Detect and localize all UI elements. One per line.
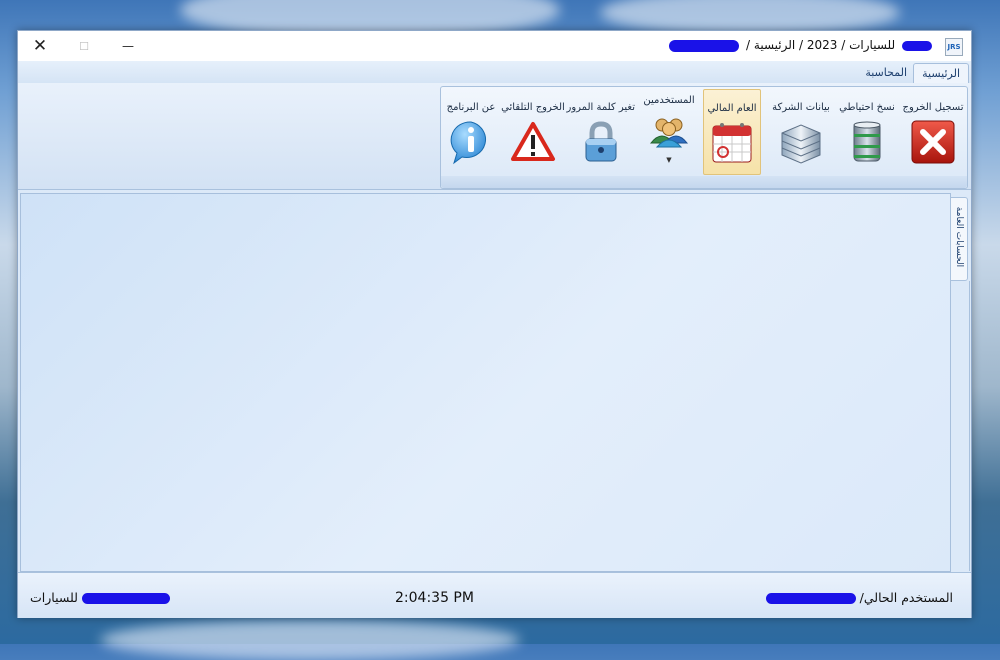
ribbon-panel: تسجيل الخروج نسخ احتياطي بيانات الشركة ا… bbox=[18, 83, 971, 190]
logout-x-icon bbox=[910, 119, 956, 165]
side-tab-label: الحسابات العامة bbox=[954, 206, 964, 268]
database-backup-icon bbox=[844, 119, 890, 165]
window-title-text: للسيارات / 2023 / الرئيسية / bbox=[746, 38, 896, 52]
redacted-text bbox=[669, 39, 740, 52]
tab-home[interactable]: الرئيسية bbox=[913, 63, 969, 84]
about-button[interactable]: عن البرنامج bbox=[443, 89, 499, 173]
close-button[interactable]: ✕ bbox=[18, 31, 62, 61]
logout-label: تسجيل الخروج bbox=[902, 102, 964, 113]
maximize-button[interactable]: ☐ bbox=[62, 31, 106, 61]
side-panel-edge bbox=[969, 281, 970, 571]
status-bar: المستخدم الحالي/ 2:04:35 PM للسيارات bbox=[18, 572, 971, 618]
app-window: ✕ ☐ — للسيارات / 2023 / الرئيسية / JRS ا… bbox=[17, 30, 972, 618]
auto-logout-label: الخروج التلقائي bbox=[501, 102, 565, 113]
about-label: عن البرنامج bbox=[446, 102, 496, 113]
main-content-area bbox=[20, 193, 951, 572]
current-user-status: المستخدم الحالي/ bbox=[765, 590, 953, 605]
minimize-button[interactable]: — bbox=[106, 31, 150, 61]
fiscal-year-button[interactable]: العام المالي bbox=[703, 89, 761, 175]
company-name-status: للسيارات bbox=[30, 590, 170, 605]
auto-logout-button[interactable]: الخروج التلقائي bbox=[501, 89, 565, 173]
users-icon bbox=[646, 109, 692, 155]
change-password-button[interactable]: تغير كلمة المرور bbox=[567, 89, 635, 173]
warning-triangle-icon bbox=[510, 119, 556, 165]
logout-button[interactable]: تسجيل الخروج bbox=[901, 89, 965, 173]
backup-button[interactable]: نسخ احتياطي bbox=[835, 89, 899, 173]
ribbon-tab-strip: الرئيسية المحاسبة bbox=[18, 61, 971, 84]
users-label: المستخدمين bbox=[643, 95, 695, 106]
side-tab-general-accounts[interactable]: الحسابات العامة bbox=[950, 197, 968, 281]
window-title: للسيارات / 2023 / الرئيسية / bbox=[666, 38, 935, 52]
redacted-text bbox=[902, 40, 932, 51]
tab-accounting[interactable]: المحاسبة bbox=[857, 63, 915, 83]
company-data-icon bbox=[778, 119, 824, 165]
info-icon bbox=[448, 119, 494, 165]
calendar-icon bbox=[709, 120, 755, 166]
users-button[interactable]: المستخدمين ▼ bbox=[637, 89, 701, 173]
desktop-cloud bbox=[100, 620, 520, 660]
change-password-label: تغير كلمة المرور bbox=[566, 102, 636, 113]
app-logo-icon: JRS bbox=[945, 38, 963, 56]
backup-label: نسخ احتياطي bbox=[839, 102, 895, 113]
company-name-text: للسيارات bbox=[30, 590, 78, 605]
fiscal-year-label: العام المالي bbox=[707, 103, 757, 114]
users-dropdown-arrow-icon[interactable]: ▼ bbox=[637, 156, 701, 164]
clock-time: 2:04:35 PM bbox=[395, 590, 474, 606]
redacted-text bbox=[765, 593, 856, 604]
redacted-text bbox=[81, 593, 170, 604]
company-data-label: بيانات الشركة bbox=[772, 102, 830, 113]
padlock-icon bbox=[578, 119, 624, 165]
company-data-button[interactable]: بيانات الشركة bbox=[769, 89, 833, 173]
ribbon-group-main: تسجيل الخروج نسخ احتياطي بيانات الشركة ا… bbox=[440, 86, 968, 189]
title-bar: ✕ ☐ — للسيارات / 2023 / الرئيسية / JRS bbox=[18, 31, 971, 62]
current-user-label: المستخدم الحالي/ bbox=[859, 590, 953, 605]
ribbon-group-footer bbox=[441, 176, 967, 188]
